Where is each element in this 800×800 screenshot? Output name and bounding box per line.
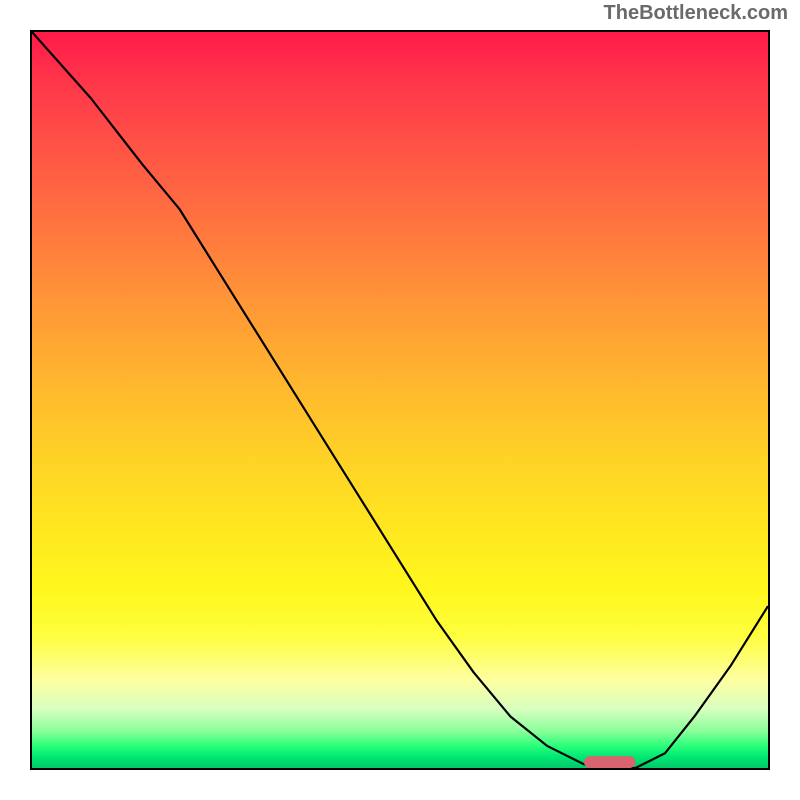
optimal-zone-marker bbox=[584, 756, 636, 768]
watermark-text: TheBottleneck.com bbox=[604, 2, 788, 25]
chart-svg bbox=[32, 32, 768, 768]
chart-plot-area bbox=[30, 30, 770, 770]
bottleneck-curve bbox=[32, 32, 768, 768]
